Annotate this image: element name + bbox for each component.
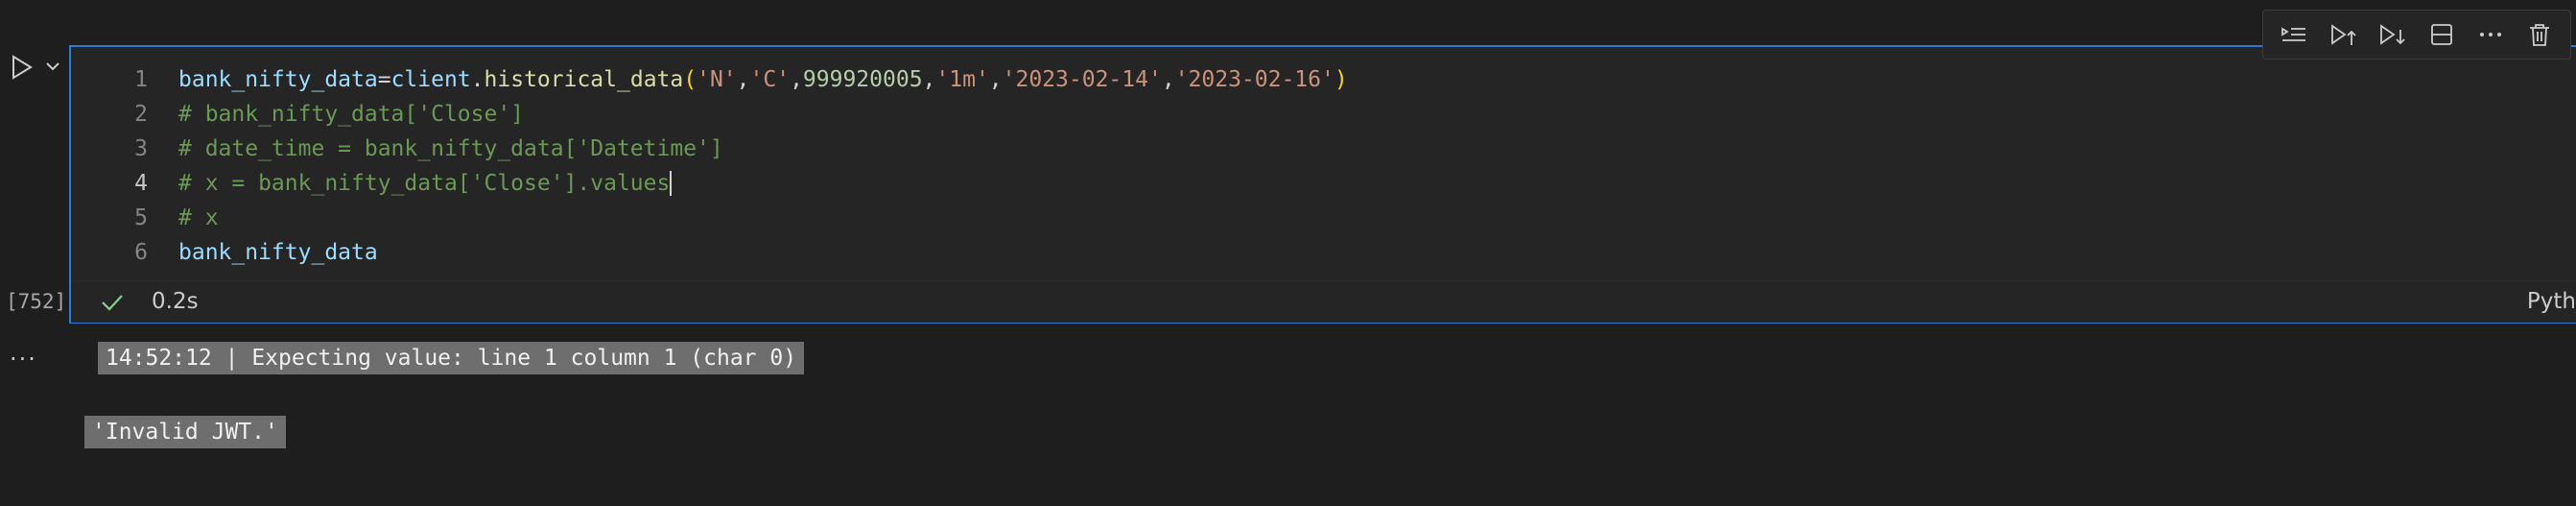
check-icon xyxy=(102,295,123,311)
code-token: , xyxy=(1161,67,1175,92)
code-token: 'C' xyxy=(749,67,791,92)
code-line: 2 # bank_nifty_data['Close'] xyxy=(71,97,524,132)
notebook-view: [752] ··· 1 bank_nifty_data=client.histo… xyxy=(0,0,2576,506)
line-number: 3 xyxy=(134,136,148,161)
kernel-language[interactable]: Pyth xyxy=(2527,289,2576,314)
chevron-down-icon[interactable] xyxy=(42,56,63,77)
code-token: , xyxy=(736,67,750,92)
execute-cell-and-below-icon xyxy=(2380,24,2405,45)
output-result: 'Invalid JWT.' xyxy=(84,416,286,448)
code-text: # bank_nifty_data['Close'] xyxy=(178,102,525,127)
line-number: 4 xyxy=(134,171,148,196)
code-text: # date_time = bank_nifty_data['Datetime'… xyxy=(178,136,723,161)
cell-toolbar xyxy=(2262,10,2571,60)
code-editor[interactable]: 1 bank_nifty_data=client.historical_data… xyxy=(71,47,2576,280)
line-number: 2 xyxy=(134,102,148,127)
output-log-line: 14:52:12 | Expecting value: line 1 colum… xyxy=(98,342,805,374)
line-number: 5 xyxy=(134,205,148,230)
code-token: bank_nifty_data xyxy=(178,67,378,92)
code-token: , xyxy=(922,67,936,92)
delete-cell-button[interactable] xyxy=(2518,15,2561,54)
code-token: client xyxy=(390,67,471,92)
execute-above-button[interactable] xyxy=(2273,15,2315,54)
code-text: # x xyxy=(178,205,219,230)
line-number: 6 xyxy=(134,240,148,265)
code-cell[interactable]: 1 bank_nifty_data=client.historical_data… xyxy=(69,45,2576,324)
code-text: bank_nifty_data xyxy=(178,240,378,265)
code-token: 'N' xyxy=(697,67,737,92)
code-token: ) xyxy=(1334,67,1348,92)
code-line: 1 bank_nifty_data=client.historical_data… xyxy=(71,62,1348,97)
code-line: 5 # x xyxy=(71,201,219,235)
code-line: 4 # x = bank_nifty_data['Close'].values xyxy=(71,166,673,201)
execution-duration: 0.2s xyxy=(152,289,199,314)
code-line: 3 # date_time = bank_nifty_data['Datetim… xyxy=(71,132,723,166)
delete-cell-icon xyxy=(2530,24,2550,46)
code-token: '1m' xyxy=(935,67,989,92)
code-token: = xyxy=(377,67,391,92)
text-cursor xyxy=(670,171,673,196)
code-token: historical_data xyxy=(484,67,684,92)
execute-cell-and-above-button[interactable] xyxy=(2322,15,2364,54)
execute-cell-and-below-button[interactable] xyxy=(2371,15,2413,54)
split-cell-button[interactable] xyxy=(2421,15,2463,54)
execute-above-icon xyxy=(2281,27,2305,41)
code-token: 999920005 xyxy=(802,67,923,92)
code-line: 6 bank_nifty_data xyxy=(71,235,378,270)
code-token: , xyxy=(988,67,1003,92)
split-cell-icon xyxy=(2430,24,2452,45)
run-cell-icon[interactable] xyxy=(8,52,36,83)
execution-count: [752] xyxy=(6,290,67,313)
code-token: ( xyxy=(683,67,697,92)
code-text: # x = bank_nifty_data['Close'].values xyxy=(178,171,671,196)
code-text: bank_nifty_data=client.historical_data('… xyxy=(178,67,1348,92)
execute-cell-and-above-icon xyxy=(2331,24,2356,45)
line-number: 1 xyxy=(134,67,148,92)
code-token: , xyxy=(790,67,803,92)
code-token: '2023-02-14' xyxy=(1002,67,1162,92)
code-token: '2023-02-16' xyxy=(1174,67,1335,92)
code-token: . xyxy=(470,67,484,92)
output-more-icon[interactable]: ··· xyxy=(10,346,37,373)
more-actions-button[interactable] xyxy=(2470,15,2512,54)
more-actions-icon xyxy=(2479,33,2501,36)
cell-status-bar: 0.2s Pyth xyxy=(71,280,2576,323)
